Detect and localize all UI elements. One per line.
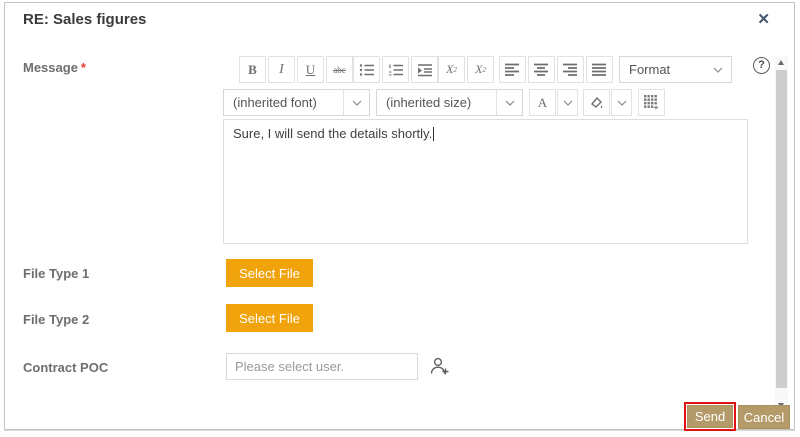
- toolbar-group-text-style: B I U abc: [239, 56, 353, 83]
- toolbar-group-table: [638, 89, 665, 116]
- chevron-down-icon: [496, 90, 522, 115]
- message-text: Sure, I will send the details shortly.: [233, 126, 432, 141]
- numbered-list-icon: [388, 63, 404, 77]
- subscript-base: X: [446, 62, 453, 77]
- person-plus-icon: [429, 364, 450, 381]
- insert-table-button[interactable]: [638, 89, 665, 116]
- scroll-up-icon[interactable]: [778, 60, 784, 65]
- subscript-button[interactable]: X2: [438, 56, 465, 83]
- bullet-list-icon: [359, 63, 375, 77]
- text-caret: [433, 127, 434, 141]
- cancel-button[interactable]: Cancel: [738, 405, 790, 429]
- toolbar-group-align: [499, 56, 613, 83]
- font-color-split-button: A: [529, 89, 578, 116]
- highlight-color-button[interactable]: [583, 89, 610, 116]
- bullet-list-button[interactable]: [353, 56, 380, 83]
- dialog-title: RE: Sales figures: [23, 11, 146, 28]
- font-color-chevron[interactable]: [557, 89, 578, 116]
- send-button-highlight: Send: [684, 402, 736, 431]
- align-left-icon: [505, 63, 520, 76]
- subscript-mark: 2: [453, 66, 457, 74]
- chevron-down-icon: [705, 57, 731, 82]
- bold-button[interactable]: B: [239, 56, 266, 83]
- indent-icon: [417, 63, 433, 77]
- font-family-value: (inherited font): [224, 95, 343, 110]
- contract-poc-label: Contract POC: [23, 360, 108, 375]
- message-label: Message*: [23, 60, 86, 75]
- font-size-value: (inherited size): [377, 95, 496, 110]
- highlight-split-button: [583, 89, 632, 116]
- table-grid-icon: [644, 95, 659, 110]
- message-editor[interactable]: Sure, I will send the details shortly.: [223, 119, 748, 244]
- format-dropdown[interactable]: Format: [619, 56, 732, 83]
- select-file-2-button[interactable]: Select File: [226, 304, 313, 332]
- indent-button[interactable]: [411, 56, 438, 83]
- message-label-text: Message: [23, 60, 78, 75]
- highlight-color-chevron[interactable]: [611, 89, 632, 116]
- scrollbar-thumb[interactable]: [776, 70, 787, 388]
- close-icon[interactable]: ✕: [757, 10, 770, 28]
- font-family-dropdown[interactable]: (inherited font): [223, 89, 370, 116]
- font-color-button[interactable]: A: [529, 89, 556, 116]
- required-asterisk: *: [81, 60, 86, 75]
- toolbar-group-script: X2 X2: [438, 56, 494, 83]
- toolbar-group-lists: [353, 56, 438, 83]
- select-file-1-button[interactable]: Select File: [226, 259, 313, 287]
- align-right-button[interactable]: [557, 56, 584, 83]
- align-right-icon: [563, 63, 578, 76]
- contract-poc-input[interactable]: [226, 353, 418, 380]
- reply-dialog: RE: Sales figures ✕ Message* B I U abc: [4, 2, 795, 430]
- align-justify-icon: [592, 63, 607, 76]
- chevron-down-icon: [343, 90, 369, 115]
- numbered-list-button[interactable]: [382, 56, 409, 83]
- underline-button[interactable]: U: [297, 56, 324, 83]
- superscript-mark: 2: [482, 66, 486, 74]
- file-type-2-label: File Type 2: [23, 312, 89, 327]
- superscript-base: X: [475, 62, 482, 77]
- paint-bucket-icon: [589, 96, 604, 110]
- font-size-dropdown[interactable]: (inherited size): [376, 89, 523, 116]
- scrollbar[interactable]: [775, 56, 788, 412]
- file-type-1-label: File Type 1: [23, 266, 89, 281]
- format-dropdown-value: Format: [620, 62, 705, 77]
- add-user-button[interactable]: [429, 356, 450, 382]
- superscript-button[interactable]: X2: [467, 56, 494, 83]
- help-icon[interactable]: ?: [753, 57, 770, 74]
- align-justify-button[interactable]: [586, 56, 613, 83]
- align-center-button[interactable]: [528, 56, 555, 83]
- strikethrough-button[interactable]: abc: [326, 56, 353, 83]
- italic-button[interactable]: I: [268, 56, 295, 83]
- align-left-button[interactable]: [499, 56, 526, 83]
- align-center-icon: [534, 63, 549, 76]
- send-button[interactable]: Send: [687, 405, 733, 428]
